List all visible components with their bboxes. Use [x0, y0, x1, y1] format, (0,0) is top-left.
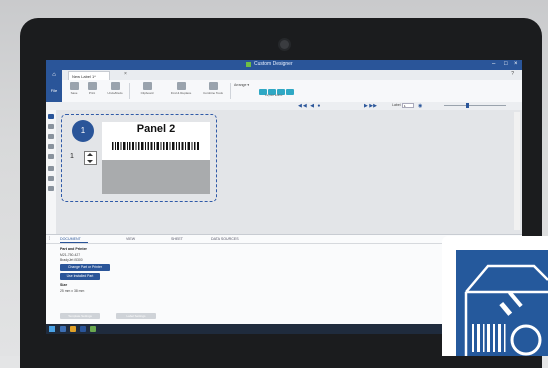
part-printer-heading: Part and Printer — [60, 247, 87, 251]
webcam — [280, 40, 289, 49]
minimize-button[interactable]: – — [492, 61, 495, 67]
zoom-fit-icon[interactable]: ◉ — [418, 103, 422, 109]
ribbon-divider — [129, 83, 130, 99]
help-icon[interactable]: ? — [511, 71, 514, 77]
box-barcode-scan-icon — [464, 264, 548, 356]
home-button[interactable]: ⌂ — [46, 70, 62, 80]
size-heading: Size — [60, 283, 68, 287]
clipboard-icon — [142, 82, 152, 90]
start-icon[interactable] — [49, 326, 55, 332]
printer-name: BradyJet i5300 — [60, 258, 83, 262]
part-number: M21-750-427 — [60, 253, 81, 257]
title-bar: Custom Designer – □ × — [46, 60, 522, 70]
zoom-slider-handle[interactable] — [466, 103, 469, 108]
layout-tool-icon[interactable] — [48, 186, 54, 191]
print-button[interactable]: Print — [84, 82, 100, 95]
tab-sheet[interactable]: SHEET — [171, 237, 183, 241]
app-title: Custom Designer — [254, 61, 293, 67]
size-value: 25 mm x 38 mm — [60, 289, 85, 293]
stepper-down-icon[interactable] — [87, 160, 93, 163]
panel-grip-icon[interactable]: ⁞ — [49, 236, 50, 242]
layout-editor-label: Layout Editor — [265, 93, 283, 97]
panel-title: Panel 2 — [136, 123, 176, 135]
label-settings-button[interactable]: Label Settings — [116, 313, 156, 319]
ribbon-divider — [230, 83, 231, 99]
combine-tools-button[interactable]: Combine Tools — [198, 82, 228, 95]
tab-document[interactable]: DOCUMENT — [60, 237, 81, 241]
layout-distribute-icon[interactable] — [286, 89, 294, 95]
maximize-button[interactable]: □ — [504, 61, 508, 67]
save-button[interactable]: Save — [66, 82, 82, 95]
prev-label-icon[interactable]: ◀◀ ◀ ● — [298, 103, 321, 109]
close-tab-icon[interactable]: × — [124, 71, 127, 77]
change-part-printer-button[interactable]: Change Part or Printer — [60, 264, 110, 271]
text-tool-icon[interactable] — [48, 124, 54, 129]
find-replace-button[interactable]: Find & Replace — [166, 82, 196, 95]
quantity-stepper[interactable] — [84, 151, 97, 165]
taskbar-designer-icon[interactable] — [80, 326, 86, 332]
barcode-icon — [112, 142, 199, 150]
save-icon — [69, 82, 79, 90]
ribbon-toolbar: File Save Print Undo/Redo Clipboard Find… — [46, 80, 522, 103]
arrange-dropdown[interactable]: Arrange ▾ — [234, 83, 249, 87]
table-tool-icon[interactable] — [48, 176, 54, 181]
select-tool-icon[interactable] — [48, 114, 54, 119]
vertical-scrollbar[interactable] — [514, 112, 520, 230]
active-tab-indicator — [60, 242, 88, 243]
tab-data-sources[interactable]: DATA SOURCES — [211, 237, 239, 241]
undo-redo-button[interactable]: Undo/Redo — [104, 82, 126, 95]
next-label-icon[interactable]: ▶ ▶▶ — [364, 103, 377, 109]
image-tool-icon[interactable] — [48, 134, 54, 139]
home-icon: ⌂ — [52, 72, 56, 78]
document-tab[interactable]: New Label 1* — [68, 71, 110, 80]
product-badge — [456, 250, 548, 356]
arrow-icon — [208, 82, 218, 90]
stepper-up-icon[interactable] — [87, 153, 93, 156]
label-panel[interactable]: Panel 2 — [102, 122, 210, 160]
binoculars-icon — [176, 82, 186, 90]
template-settings-button[interactable]: Template Settings — [60, 313, 100, 319]
print-icon — [87, 82, 97, 90]
app-logo-icon — [246, 62, 251, 67]
panel-number-badge: 1 — [72, 120, 94, 142]
file-menu-button[interactable]: File — [46, 80, 62, 102]
design-canvas[interactable]: 1 1 Panel 2 — [56, 110, 522, 234]
shape-tool-icon[interactable] — [48, 144, 54, 149]
panel-placeholder-area — [102, 160, 210, 194]
panel-selection-frame[interactable]: 1 1 Panel 2 — [61, 114, 217, 202]
label-caption: Label — [392, 103, 401, 107]
undo-icon — [110, 82, 120, 90]
layout-editor-buttons — [259, 82, 295, 100]
use-installed-part-button[interactable]: Use Installed Part — [60, 273, 100, 280]
clipboard-button[interactable]: Clipboard — [134, 82, 160, 95]
zoom-slider[interactable] — [444, 105, 506, 106]
taskbar-app-icon[interactable] — [60, 326, 66, 332]
taskbar-app-icon[interactable] — [90, 326, 96, 332]
tab-view[interactable]: VIEW — [126, 237, 135, 241]
close-window-button[interactable]: × — [514, 61, 518, 67]
line-tool-icon[interactable] — [48, 154, 54, 159]
taskbar-folder-icon[interactable] — [70, 326, 76, 332]
label-number-input[interactable]: 1 — [402, 103, 414, 108]
quantity-value: 1 — [70, 153, 74, 160]
barcode-tool-icon[interactable] — [48, 166, 54, 171]
